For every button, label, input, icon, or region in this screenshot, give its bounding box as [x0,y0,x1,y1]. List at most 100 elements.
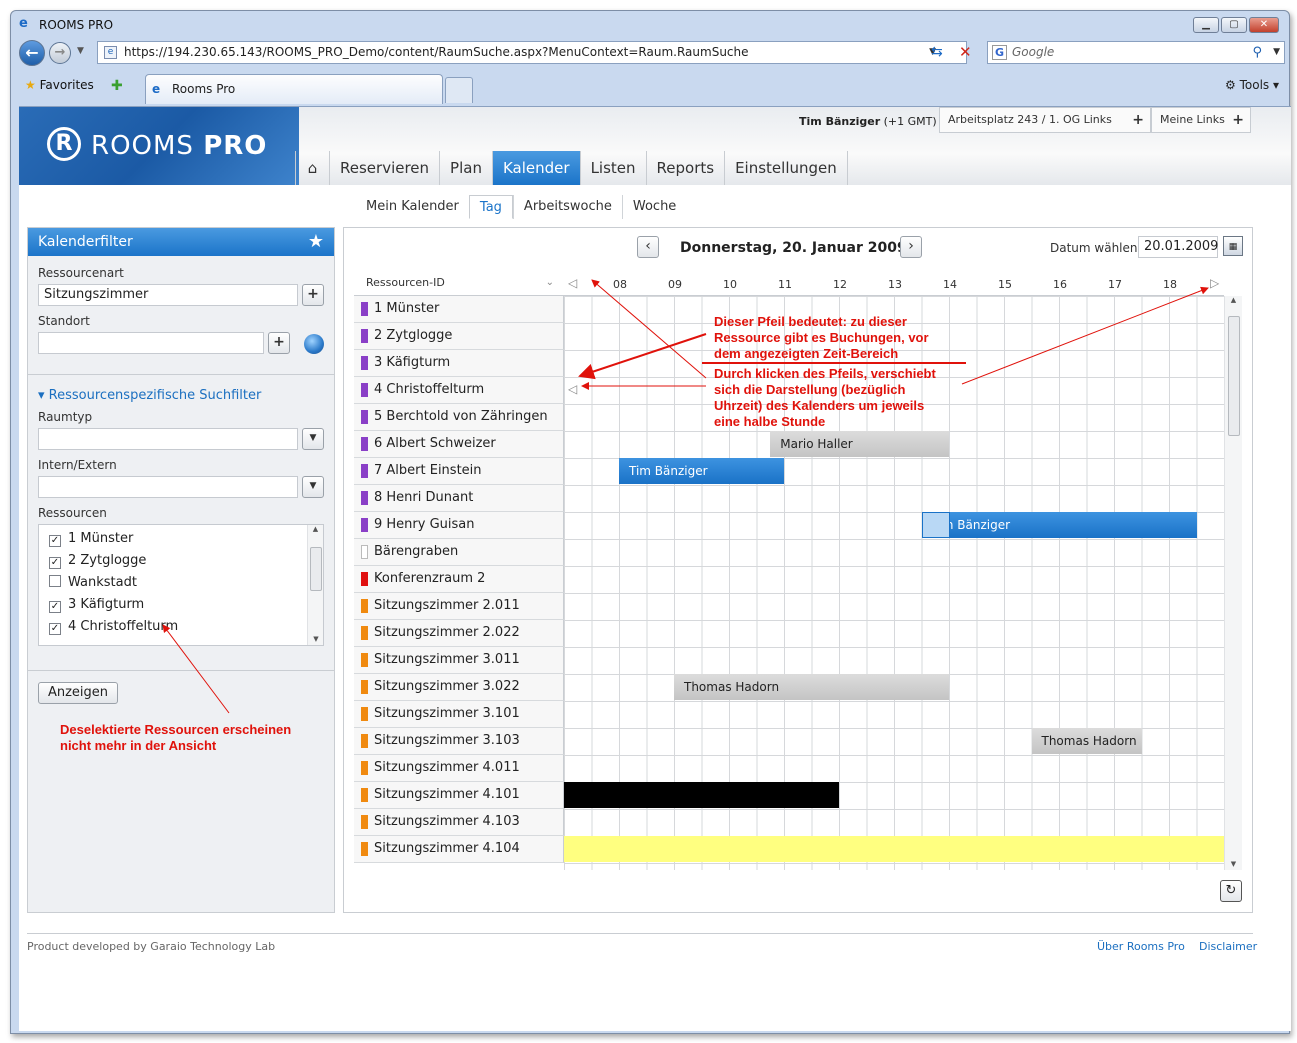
checkbox[interactable]: ✓ [49,601,61,613]
user-timezone: (+1 GMT) [883,115,937,128]
annotation-arrows [578,279,1209,390]
favorites-button[interactable]: ★ Favorites [25,78,94,92]
page-footer: Product developed by Garaio Technology L… [27,933,1257,953]
nav-kalender[interactable]: Kalender [491,151,580,185]
list-item-label: 1 Münster [68,531,134,546]
close-button[interactable]: ✕ [1249,17,1279,33]
main-nav: ⌂ Reservieren Plan Kalender Listen Repor… [295,151,848,185]
intern-extern-dropdown-button[interactable]: ▼ [302,476,324,498]
list-item[interactable]: Wankstadt [49,575,137,590]
section-title: Ressourcenspezifische Suchfilter [48,388,262,403]
filter-header: Kalenderfilter ★ [28,228,334,256]
back-button[interactable]: ← [19,40,45,66]
search-dropdown-icon[interactable]: ▼ [1273,42,1280,63]
google-icon: G [992,45,1007,60]
list-item[interactable]: ✓ 4 Christoffelturm [49,619,178,635]
list-scrollbar[interactable]: ▲ ▼ [307,525,323,645]
workplace-label: Arbeitsplatz 243 / 1. OG Links [948,113,1112,126]
checkbox[interactable] [49,575,61,587]
filter-title: Kalenderfilter [38,234,133,250]
checkbox[interactable]: ✓ [49,557,61,569]
list-item[interactable]: ✓ 1 Münster [49,531,133,547]
window-title: ROOMS PRO [39,18,114,32]
app-logo[interactable]: R ROOMS PRO [19,107,299,185]
list-item[interactable]: ✓ 2 Zytglogge [49,553,146,569]
calendar-panel: ‹ Donnerstag, 20. Januar 2009 › Datum wä… [343,227,1253,913]
tab-ie-icon: e [152,82,161,96]
ressourcen-label: Ressourcen [38,506,107,520]
url-text: https://194.230.65.143/ROOMS_PRO_Demo/co… [124,45,749,59]
tab-title: Rooms Pro [172,82,236,96]
nav-listen[interactable]: Listen [579,151,646,185]
intern-extern-label: Intern/Extern [38,458,117,472]
raumtyp-dropdown-button[interactable]: ▼ [302,428,324,450]
refresh-icon[interactable]: ⇆ [931,44,943,60]
history-dropdown-icon[interactable]: ▼ [77,46,84,56]
browser-tab[interactable]: e Rooms Pro [145,74,443,104]
standort-field[interactable] [38,332,264,354]
favorites-label: Favorites [39,78,94,92]
maximize-button[interactable]: ▢ [1221,17,1247,33]
minimize-button[interactable]: ▁ [1193,17,1219,33]
web-page: R ROOMS PRO Tim Bänziger (+1 GMT) Arbeit… [19,106,1291,1031]
nav-reservieren[interactable]: Reservieren [329,151,439,185]
ressourcenart-field[interactable]: Sitzungszimmer [38,284,298,306]
raumtyp-label: Raumtyp [38,410,93,424]
add-favorite-icon[interactable]: ✚ [111,78,123,94]
star-icon: ★ [25,78,36,92]
tab-woche[interactable]: Woche [621,195,686,219]
stop-icon[interactable]: ✕ [959,43,972,61]
page-icon: e [104,46,117,59]
ressourcenart-label: Ressourcenart [38,266,124,280]
nav-reports[interactable]: Reports [645,151,725,185]
favorites-bar: ★ Favorites ✚ e Rooms Pro ⚙ Tools ▾ [11,70,1289,104]
logo-text-a: ROOMS [91,131,194,161]
checkbox[interactable]: ✓ [49,535,61,547]
footer-credit: Product developed by Garaio Technology L… [27,940,276,953]
scroll-up-icon[interactable]: ▲ [308,525,323,533]
list-item[interactable]: ✓ 3 Käfigturm [49,597,144,613]
anzeigen-button[interactable]: Anzeigen [38,682,118,704]
my-links-add-icon[interactable]: + [1232,108,1244,132]
ie-logo-icon: e [19,16,28,31]
section-toggle[interactable]: ▾ Ressourcenspezifische Suchfilter [38,388,261,403]
url-field[interactable]: e https://194.230.65.143/ROOMS_PRO_Demo/… [97,41,967,64]
new-tab-button[interactable] [445,77,473,103]
raumtyp-select[interactable] [38,428,298,450]
gear-icon: ⚙ [1225,78,1236,92]
intern-extern-select[interactable] [38,476,298,498]
annotation-left: Deselektierte Ressourcen erscheinen nich… [60,722,292,753]
search-input[interactable]: G Google ⚲ ▼ [987,41,1285,64]
nav-plan[interactable]: Plan [439,151,492,185]
nav-einstellungen[interactable]: Einstellungen [724,151,848,185]
forward-button[interactable]: → [49,42,71,64]
search-placeholder: Google [1012,45,1055,59]
favorite-star-icon[interactable]: ★ [308,228,324,256]
about-link[interactable]: Über Rooms Pro [1097,940,1185,953]
scroll-down-icon[interactable]: ▼ [308,635,324,643]
browser-window: e ROOMS PRO ▁ ▢ ✕ ← → ▼ e https://194.23… [10,10,1291,1034]
disclaimer-link[interactable]: Disclaimer [1199,940,1257,953]
checkbox[interactable]: ✓ [49,623,61,635]
scroll-thumb[interactable] [310,547,322,591]
tools-menu[interactable]: ⚙ Tools ▾ [1225,78,1279,92]
standort-label: Standort [38,314,90,328]
ressourcenart-add-button[interactable]: + [302,284,324,306]
my-links-box[interactable]: Meine Links + [1151,107,1251,133]
search-icon[interactable]: ⚲ [1252,42,1262,63]
divider [28,374,334,375]
app-header: R ROOMS PRO Tim Bänziger (+1 GMT) Arbeit… [19,107,1291,185]
user-info: Tim Bänziger (+1 GMT) [799,115,937,128]
tab-arbeitswoche[interactable]: Arbeitswoche [512,195,622,219]
globe-icon[interactable] [304,334,324,354]
title-bar: e ROOMS PRO ▁ ▢ ✕ [11,11,1289,37]
home-icon[interactable]: ⌂ [295,151,329,185]
tab-mein-kalender[interactable]: Mein Kalender [356,195,469,219]
standort-add-button[interactable]: + [268,332,290,354]
list-item-label: 2 Zytglogge [68,553,147,568]
workplace-box[interactable]: Arbeitsplatz 243 / 1. OG Links + [939,107,1151,133]
list-item-label: Wankstadt [68,575,137,590]
tab-tag[interactable]: Tag [468,195,513,219]
user-name: Tim Bänziger [799,115,881,128]
workplace-add-icon[interactable]: + [1132,108,1144,132]
